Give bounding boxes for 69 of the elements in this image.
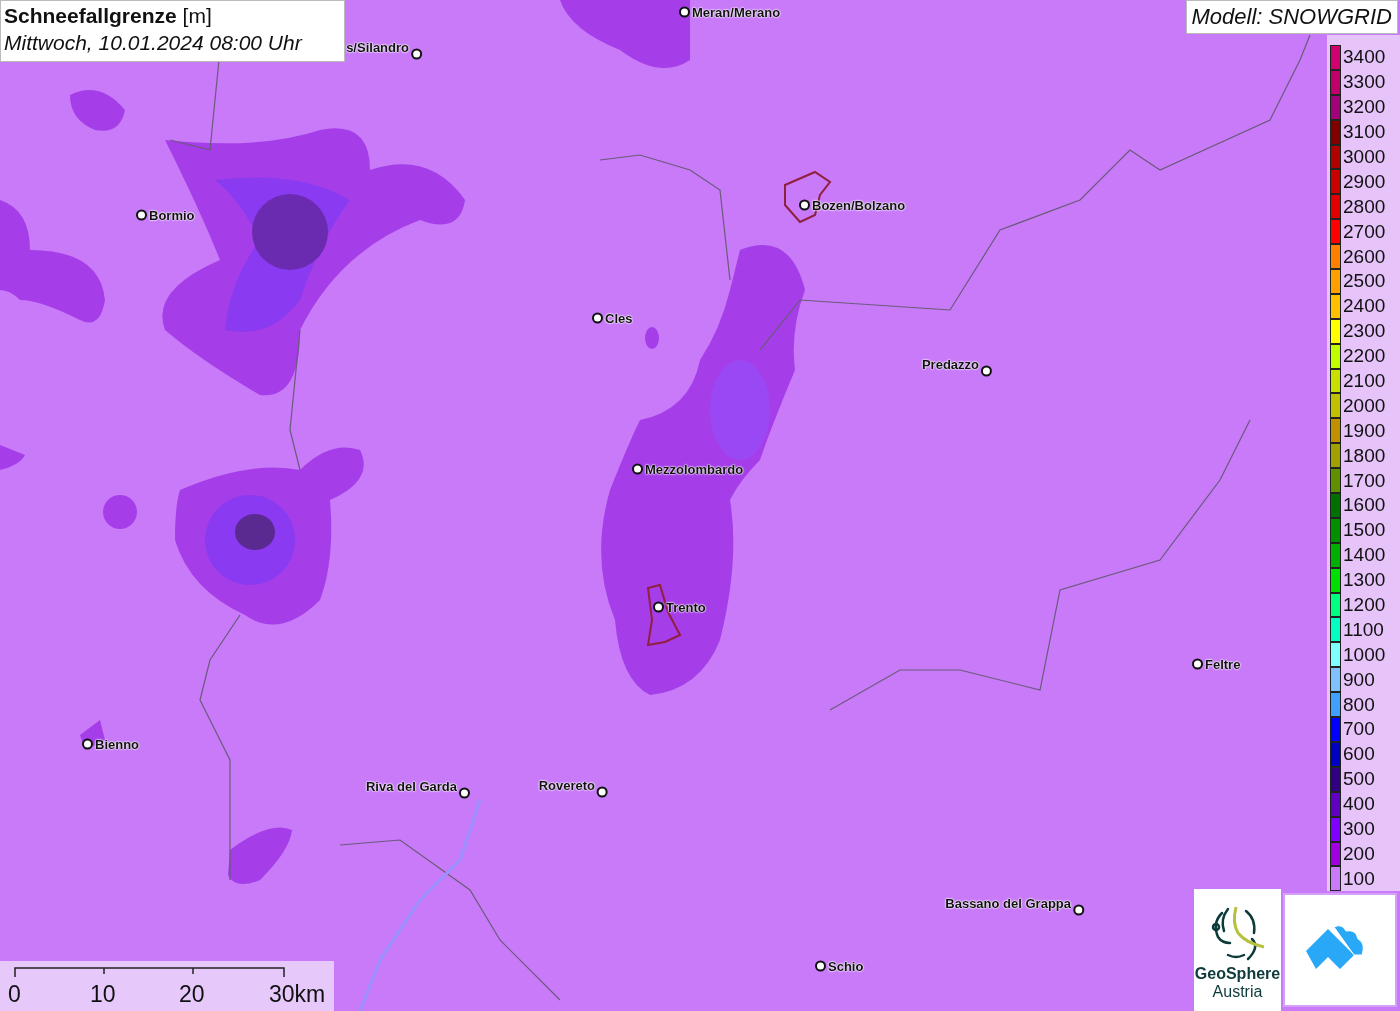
legend-label: 100 [1343,867,1375,890]
legend-label: 1100 [1343,618,1384,641]
location-dot [1073,904,1084,916]
legend-label: 3200 [1343,96,1386,119]
legend-label: 2000 [1343,394,1386,417]
legend-label: 1200 [1343,594,1386,617]
location-dot [592,312,603,324]
legend-label: 2200 [1343,345,1386,368]
legend-label: 1600 [1343,494,1386,517]
location-dot [411,48,422,60]
location-dot [981,365,992,377]
legend-label: 800 [1343,693,1375,716]
location-dot [799,199,810,211]
legend-label: 300 [1343,818,1375,841]
scale-label: 30km [269,981,326,1008]
logo-name: GeoSphere [1194,965,1281,983]
legend-label: 2700 [1343,220,1386,243]
location-dot [653,601,664,613]
scale-label: 0 [8,981,21,1008]
legend-label: 600 [1343,743,1375,766]
legend-label: 3000 [1343,146,1386,168]
legend-label: 1800 [1343,444,1386,467]
location-dot [459,787,470,799]
legend-label: 1400 [1343,544,1386,567]
location-dot [632,463,643,475]
legend-label: 1900 [1343,419,1386,442]
map-title: Schneefallgrenze [m] [4,3,213,29]
legend-label: 3400 [1343,46,1386,69]
legend-label: 500 [1343,768,1375,791]
place-label: Schio [828,958,864,974]
location-dot [679,6,690,18]
legend-label: 200 [1343,842,1375,865]
legend-label: 1300 [1343,569,1386,592]
legend-label: 1700 [1343,469,1386,492]
place-label: Rovereto [538,777,595,793]
legend-label: 700 [1343,718,1375,741]
location-dot [1192,658,1203,670]
legend-label: 2900 [1343,170,1386,193]
place-label: Bienno [95,736,140,752]
date-time-label: Mittwoch, 10.01.2024 08:00 Uhr [4,30,304,56]
place-label: Feltre [1205,656,1241,672]
legend-label: 1000 [1343,643,1386,666]
scale-label: 10 [90,981,116,1008]
legend-label: 2300 [1343,320,1386,343]
location-dot [597,786,608,798]
location-dot [82,738,93,750]
legend-label: 900 [1343,668,1375,691]
place-label: Mezzolombardo [645,461,744,477]
legend-label: 2100 [1343,370,1386,392]
legend-label: 3300 [1343,71,1386,94]
location-dot [136,209,147,221]
legend-label: 3100 [1343,121,1386,144]
place-label: Bormio [149,207,195,223]
place-label: Cles [605,310,633,326]
legend-label: 2400 [1343,295,1386,318]
place-label: Riva del Garda [365,778,457,794]
legend-label: 400 [1343,793,1375,816]
location-dot [815,960,826,972]
logo-country: Austria [1212,983,1263,1001]
place-label: Meran/Merano [692,4,781,20]
legend-label: 1500 [1343,519,1386,542]
model-label: Modell: SNOWGRID [1185,0,1398,34]
scale-label: 20 [179,981,205,1008]
legend-label: 2800 [1343,195,1386,218]
place-label: Predazzo [921,356,979,372]
legend-label: 2500 [1343,270,1386,293]
place-label: s/Silandro [346,39,409,55]
place-label: Bassano del Grappa [945,895,1071,911]
legend-label: 2600 [1343,245,1386,268]
